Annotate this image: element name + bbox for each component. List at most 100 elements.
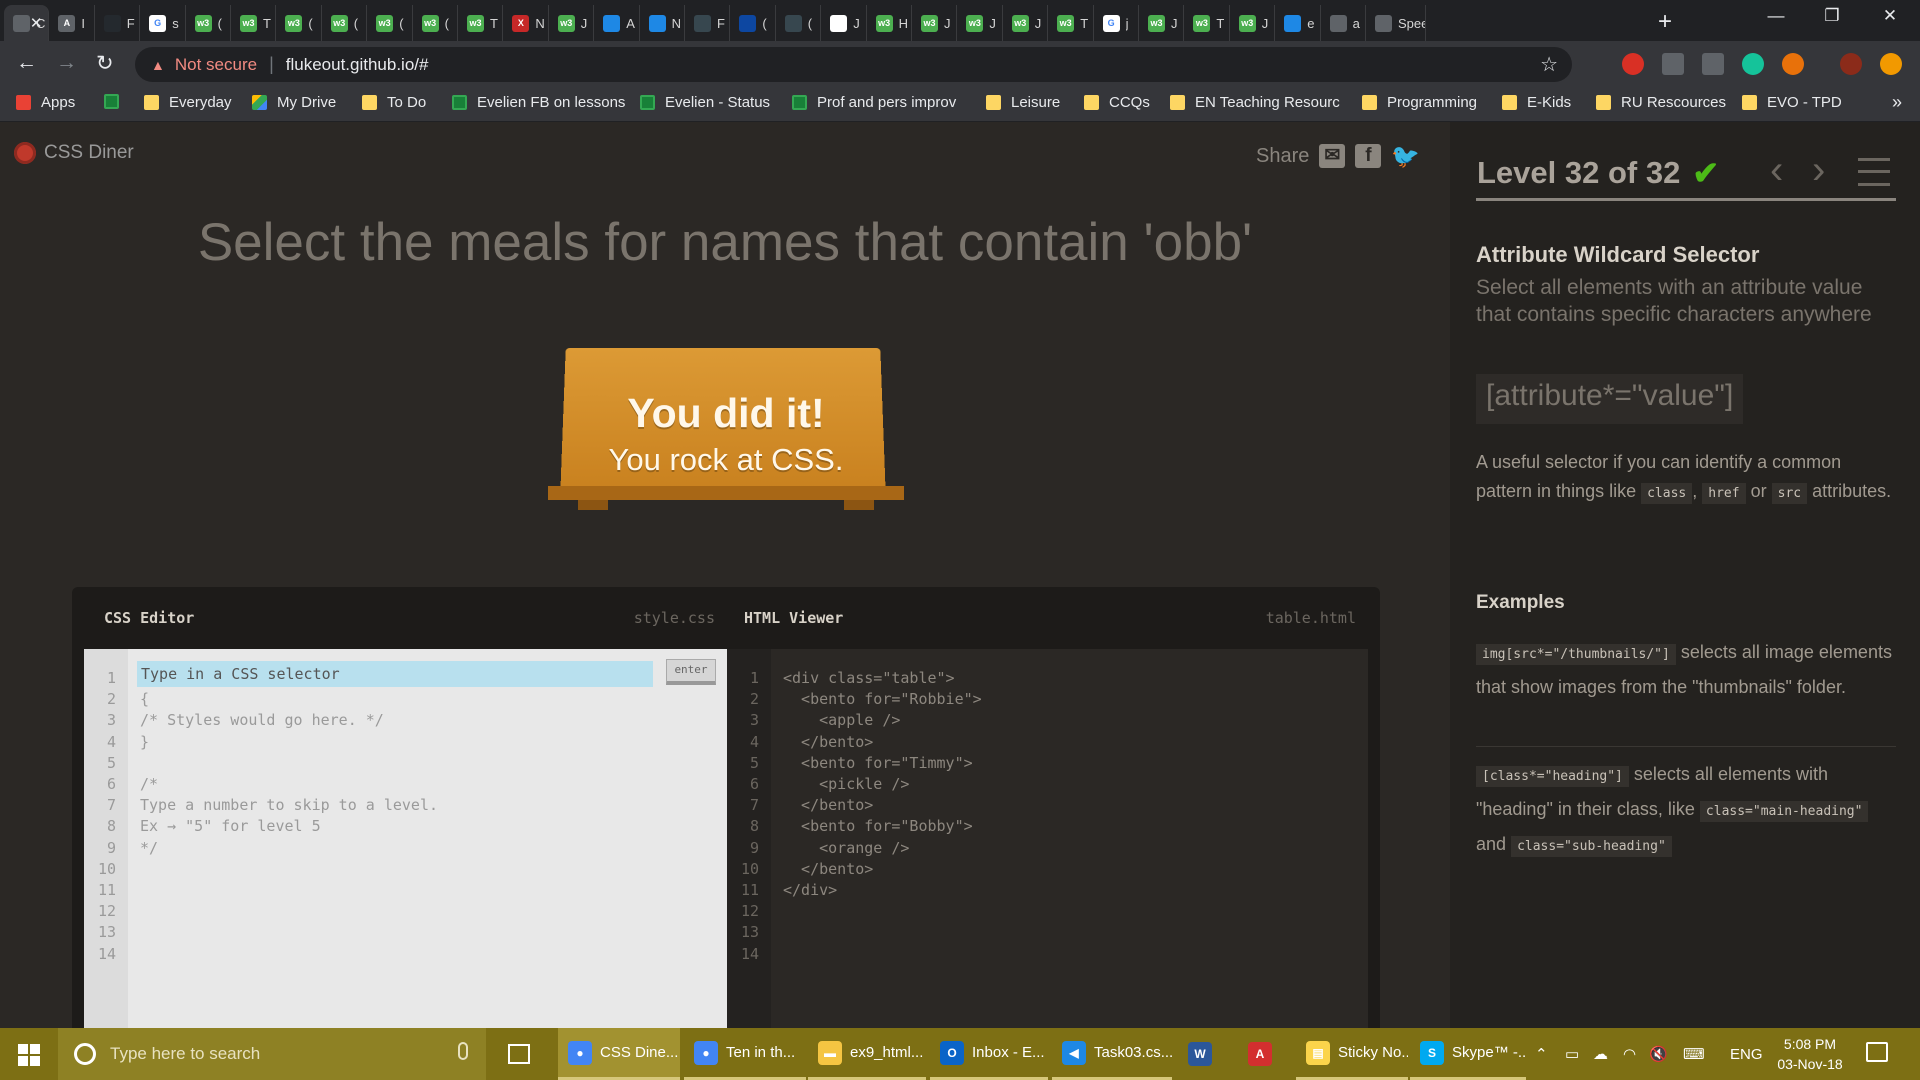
language-indicator[interactable]: ENG — [1730, 1046, 1763, 1063]
browser-tab[interactable]: C ✕ — [4, 5, 50, 41]
taskbar-app[interactable]: ▬ ex9_html... — [808, 1028, 926, 1080]
browser-tab[interactable]: w3 J — [549, 5, 595, 41]
bookmark-item[interactable]: EVO - TPD — [1742, 94, 1842, 111]
reload-button[interactable]: ↻ — [96, 51, 114, 76]
html-code-line[interactable]: <div class="table"> — [783, 669, 955, 687]
email-icon[interactable]: ✉ — [1319, 144, 1346, 168]
extension-icon[interactable] — [1662, 53, 1684, 75]
browser-tab[interactable]: A — [594, 5, 640, 41]
browser-tab[interactable]: w3 ( — [186, 5, 231, 41]
browser-tab[interactable]: Gs — [140, 5, 186, 41]
taskbar-app[interactable]: W — [1176, 1028, 1232, 1080]
app-logo[interactable]: CSS Diner — [14, 142, 134, 164]
level-header[interactable]: Level 32 of 32 ✔ — [1477, 154, 1719, 192]
task-view-icon[interactable] — [508, 1044, 530, 1064]
taskbar-app[interactable]: ▤ Sticky No... — [1296, 1028, 1408, 1080]
keyboard-icon[interactable]: ⌨ — [1683, 1045, 1705, 1063]
browser-tab[interactable]: w3 T — [231, 5, 277, 41]
taskbar-app[interactable]: ● Ten in th... — [684, 1028, 806, 1080]
start-button[interactable] — [18, 1044, 40, 1066]
extension-pdf-icon[interactable] — [1702, 53, 1724, 75]
browser-tab[interactable]: Spee — [1366, 5, 1426, 41]
taskbar-search[interactable]: Type here to search — [58, 1028, 486, 1080]
battery-icon[interactable]: ▭ — [1565, 1045, 1579, 1063]
back-button[interactable]: ← — [16, 51, 37, 75]
browser-tab[interactable]: AI — [49, 5, 95, 41]
browser-tab[interactable]: Gj — [1094, 5, 1139, 41]
bookmark-item[interactable]: To Do — [362, 94, 426, 111]
extension-grammarly-icon[interactable] — [1742, 53, 1764, 75]
browser-tab[interactable]: w3 J — [957, 5, 1003, 41]
browser-tab[interactable]: w3 ( — [276, 5, 322, 41]
taskbar-app[interactable]: O Inbox - E... — [930, 1028, 1048, 1080]
html-code-line[interactable]: <pickle /> — [783, 775, 909, 793]
browser-tab[interactable]: w3 ( — [413, 5, 458, 41]
html-code-line[interactable]: <bento for="Timmy"> — [783, 754, 973, 772]
html-code-line[interactable]: <bento for="Bobby"> — [783, 817, 973, 835]
browser-tab[interactable]: XN — [503, 5, 549, 41]
bookmark-item[interactable]: Everyday — [144, 94, 232, 111]
browser-tab[interactable]: w3 T — [1048, 5, 1094, 41]
clock[interactable]: 5:08 PM 03-Nov-18 — [1762, 1034, 1858, 1074]
extension-adblock-icon[interactable] — [1622, 53, 1644, 75]
browser-tab[interactable]: F — [685, 5, 731, 41]
html-code-line[interactable]: <bento for="Robbie"> — [783, 690, 982, 708]
bookmark-item[interactable] — [104, 94, 129, 109]
restore-button[interactable]: ❐ — [1812, 6, 1852, 26]
update-alert-icon[interactable] — [1880, 53, 1902, 75]
taskbar-app[interactable]: S Skype™ -... — [1410, 1028, 1526, 1080]
browser-tab[interactable]: w3 ( — [367, 5, 413, 41]
close-tab-icon[interactable]: ✕ — [30, 14, 43, 32]
action-center-icon[interactable] — [1866, 1042, 1888, 1062]
level-menu-icon[interactable] — [1858, 158, 1890, 186]
forward-button[interactable]: → — [56, 51, 77, 75]
bookmark-item[interactable]: Evelien FB on lessons — [452, 94, 625, 111]
bookmark-item[interactable]: EN Teaching Resourc — [1170, 94, 1340, 111]
bookmark-item[interactable]: Prof and pers improv — [792, 94, 956, 111]
browser-tab[interactable]: e — [1275, 5, 1321, 41]
css-selector-input[interactable] — [137, 661, 653, 687]
network-icon[interactable]: ◠ — [1623, 1045, 1636, 1063]
browser-tab[interactable]: F — [95, 5, 141, 41]
taskbar-app[interactable]: A — [1236, 1028, 1292, 1080]
enter-button[interactable]: enter — [666, 659, 716, 685]
browser-tab[interactable]: N — [640, 5, 685, 41]
bookmark-item[interactable]: E-Kids — [1502, 94, 1571, 111]
browser-tab[interactable]: w3 T — [458, 5, 504, 41]
browser-tab[interactable]: w3 J — [1230, 5, 1276, 41]
facebook-icon[interactable]: f — [1355, 144, 1382, 168]
browser-tab[interactable]: w3 ( — [322, 5, 368, 41]
bookmark-item[interactable]: Leisure — [986, 94, 1060, 111]
html-code-line[interactable]: </div> — [783, 881, 837, 899]
bookmark-star-icon[interactable]: ☆ — [1540, 52, 1558, 77]
previous-level-icon[interactable]: ‹ — [1770, 148, 1783, 193]
browser-tab[interactable]: w3 H — [867, 5, 912, 41]
browser-tab[interactable]: ( — [776, 5, 822, 41]
bookmark-item[interactable]: Programming — [1362, 94, 1477, 111]
bookmark-item[interactable]: Apps — [16, 94, 75, 111]
profile-avatar[interactable] — [1840, 53, 1862, 75]
address-bar[interactable]: ▲ Not secure | flukeout.github.io/# ☆ — [135, 47, 1572, 82]
html-code-line[interactable]: </bento> — [783, 860, 873, 878]
twitter-icon[interactable]: 🐦 — [1391, 144, 1420, 168]
url-text[interactable]: flukeout.github.io/# — [286, 55, 429, 75]
show-hidden-icons-icon[interactable]: ⌃ — [1535, 1045, 1548, 1063]
minimize-button[interactable]: — — [1756, 6, 1796, 26]
new-tab-button[interactable]: + — [1658, 8, 1672, 36]
more-bookmarks-button[interactable]: » — [1892, 92, 1902, 113]
next-level-icon[interactable]: › — [1812, 148, 1825, 193]
taskbar-app[interactable]: ◀ Task03.cs... — [1052, 1028, 1172, 1080]
html-code-line[interactable]: <orange /> — [783, 839, 909, 857]
browser-tab[interactable]: J — [821, 5, 867, 41]
browser-tab[interactable]: w3 J — [912, 5, 958, 41]
bookmark-item[interactable]: RU Rescources — [1596, 94, 1726, 111]
browser-tab[interactable]: w3 J — [1003, 5, 1049, 41]
extension-icon[interactable] — [1782, 53, 1804, 75]
browser-tab[interactable]: w3 T — [1184, 5, 1230, 41]
browser-tab[interactable]: a — [1321, 5, 1366, 41]
taskbar-app[interactable]: ● CSS Dine... — [558, 1028, 680, 1080]
browser-tab[interactable]: w3 J — [1139, 5, 1185, 41]
browser-tab[interactable]: ( — [730, 5, 776, 41]
bookmark-item[interactable]: Evelien - Status — [640, 94, 770, 111]
html-code-line[interactable]: </bento> — [783, 796, 873, 814]
